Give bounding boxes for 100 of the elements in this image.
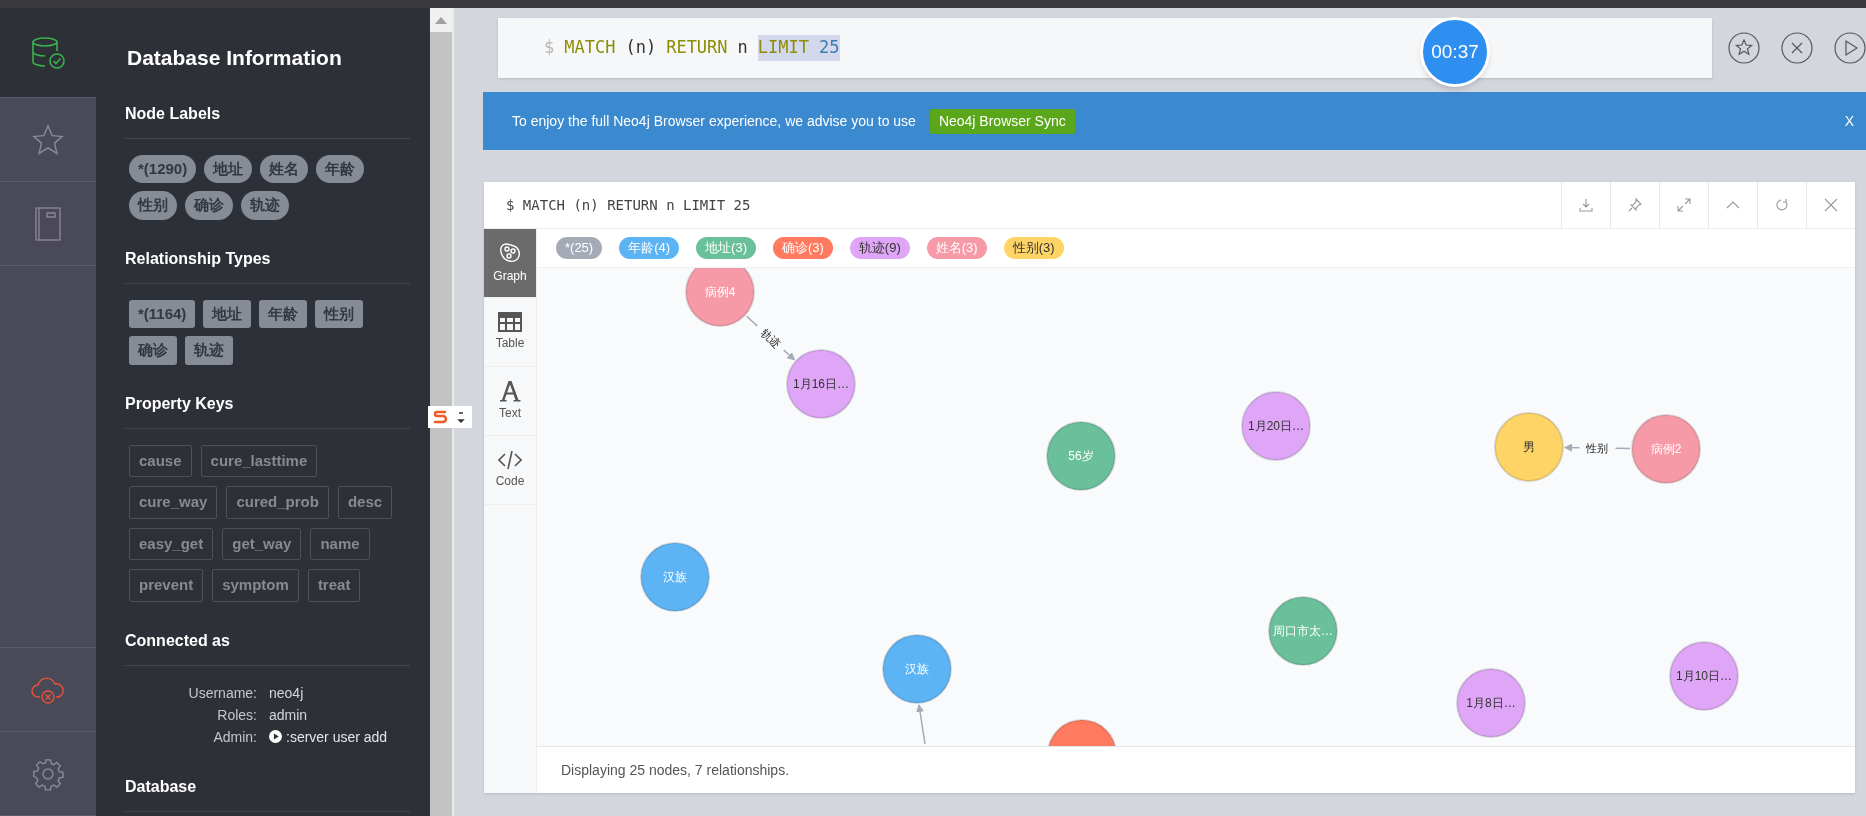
expand-icon[interactable] <box>1676 197 1692 213</box>
node-caption: 1月16日… <box>793 377 849 391</box>
node-label-tag[interactable]: 轨迹 <box>241 191 289 220</box>
property-key-tag[interactable]: treat <box>307 569 361 602</box>
view-tab[interactable]: Code <box>484 436 536 505</box>
view-tab[interactable]: Table <box>484 298 536 367</box>
play-button-icon[interactable] <box>1834 32 1866 64</box>
banner-text: To enjoy the full Neo4j Browser experience, we advise you to use <box>512 111 916 131</box>
query-token: 25 <box>819 35 840 61</box>
property-key-tag[interactable]: easy_get <box>129 527 214 560</box>
graph-node[interactable] <box>1241 391 1311 461</box>
graph-node[interactable] <box>685 268 755 327</box>
node-caption: 汉族 <box>663 570 687 584</box>
settings-icon <box>31 756 65 791</box>
relationship-type-tag[interactable]: 地址 <box>203 299 252 328</box>
node-caption: 1月20日… <box>1248 419 1304 433</box>
caret-up-icon <box>435 16 447 24</box>
property-key-tag[interactable]: cure_way <box>129 486 218 519</box>
connection-value: admin <box>269 705 309 725</box>
node-caption: 1月10日… <box>1676 669 1732 683</box>
graph-node[interactable] <box>1268 596 1338 666</box>
legend-tag[interactable]: 性别(3) <box>1003 237 1064 259</box>
connection-label: Username: <box>187 683 257 703</box>
view-label: Text <box>499 405 521 422</box>
connection-label: Admin: <box>212 727 257 747</box>
relationship-type-tag[interactable]: 年龄 <box>259 299 308 328</box>
section-heading: Connected as <box>125 630 231 651</box>
section-heading: Database <box>125 776 198 797</box>
legend-tag[interactable]: 轨迹(9) <box>849 237 910 259</box>
graph-node[interactable] <box>1494 412 1564 482</box>
close-icon[interactable] <box>1823 197 1839 213</box>
star-icon <box>31 122 65 157</box>
property-key-tag[interactable]: desc <box>337 486 393 519</box>
graph-node[interactable] <box>882 634 952 704</box>
query-token: MATCH <box>564 36 616 60</box>
legend-tag[interactable]: 确诊(3) <box>772 237 833 259</box>
code-icon <box>498 450 522 470</box>
relationship-arrow <box>916 704 926 745</box>
node-label-tag[interactable]: 地址 <box>204 154 253 183</box>
frame-query: $ MATCH (n) RETURN n LIMIT 25 <box>505 195 752 215</box>
graph-node[interactable] <box>640 542 710 612</box>
pin-icon[interactable] <box>1627 197 1643 213</box>
relationship-type-tag[interactable]: 性别 <box>315 299 364 328</box>
query-token: LIMIT <box>757 35 819 61</box>
download-icon[interactable] <box>1578 197 1594 213</box>
view-label: Code <box>495 473 525 490</box>
node-label-tag[interactable]: 性别 <box>129 191 177 220</box>
graph-node[interactable] <box>1046 421 1116 491</box>
relationship-label: 轨迹 <box>758 326 783 350</box>
node-label-tag[interactable]: *(1290) <box>129 154 197 183</box>
scroll-up-button[interactable] <box>430 8 452 32</box>
view-tab[interactable]: Text <box>484 367 536 436</box>
node-label-tag[interactable]: 姓名 <box>260 154 309 183</box>
browser-sync-button[interactable]: Neo4j Browser Sync <box>929 108 1075 134</box>
property-key-tag[interactable]: get_way <box>222 527 302 560</box>
property-key-tag[interactable]: cause <box>129 444 192 477</box>
section-heading: Relationship Types <box>125 248 272 269</box>
relationship-type-tag[interactable]: 轨迹 <box>185 336 233 365</box>
view-tab[interactable]: Graph <box>484 229 536 298</box>
graph-node[interactable] <box>1456 668 1526 738</box>
graph-node[interactable] <box>1631 414 1701 484</box>
query-token: $ <box>544 36 555 60</box>
database-check-icon <box>30 34 66 71</box>
book-icon <box>35 206 61 241</box>
property-key-tag[interactable]: symptom <box>212 569 299 602</box>
node-caption: 周口市太… <box>1273 624 1333 638</box>
legend-tag[interactable]: 姓名(3) <box>926 237 987 259</box>
node-caption: 1月8日… <box>1466 696 1516 710</box>
input-method-icon[interactable] <box>432 409 468 425</box>
relationship-type-tag[interactable]: *(1164) <box>129 299 196 328</box>
text-view-icon <box>499 380 521 402</box>
refresh-icon[interactable] <box>1774 197 1790 213</box>
query-token: n <box>737 36 748 60</box>
graph-node[interactable] <box>1047 719 1117 746</box>
graph-node[interactable] <box>786 349 856 419</box>
property-key-tag[interactable]: cured_prob <box>226 486 329 519</box>
node-label-tag[interactable]: 年龄 <box>316 154 365 183</box>
star-button-icon[interactable] <box>1728 32 1760 64</box>
node-caption: 病例2 <box>1650 442 1682 456</box>
relationship-label: 性别 <box>1586 441 1609 455</box>
node-label-tag[interactable]: 确诊 <box>185 191 233 220</box>
banner-close-button[interactable]: X <box>1844 110 1854 132</box>
command-link[interactable]: :server user add <box>286 725 388 748</box>
relationship-arrow <box>745 315 796 361</box>
graph-canvas[interactable]: 轨迹 性别 病例4 1月16日… 56岁 1月20日… 男 病例2 汉族 周口市太… 汉族 1月8日… 1月10日… <box>537 268 1855 746</box>
property-key-tag[interactable]: cure_lasttime <box>200 444 318 477</box>
legend-tag[interactable]: 年龄(4) <box>619 237 680 259</box>
legend-tag[interactable]: 地址(3) <box>696 237 756 259</box>
property-key-tag[interactable]: prevent <box>129 569 204 602</box>
legend-tag[interactable]: *(25) <box>556 237 603 259</box>
view-label: Table <box>495 335 525 352</box>
status-text: Displaying 25 nodes, 7 relationships. <box>561 760 790 780</box>
section-heading: Property Keys <box>125 393 235 414</box>
query-token: (n) <box>625 36 657 60</box>
sidebar-tab[interactable] <box>0 8 96 98</box>
property-key-tag[interactable]: name <box>310 527 370 560</box>
close-icon[interactable] <box>1781 32 1813 64</box>
graph-node[interactable] <box>1669 641 1739 711</box>
relationship-arrow <box>1564 443 1631 452</box>
relationship-type-tag[interactable]: 确诊 <box>129 336 177 365</box>
